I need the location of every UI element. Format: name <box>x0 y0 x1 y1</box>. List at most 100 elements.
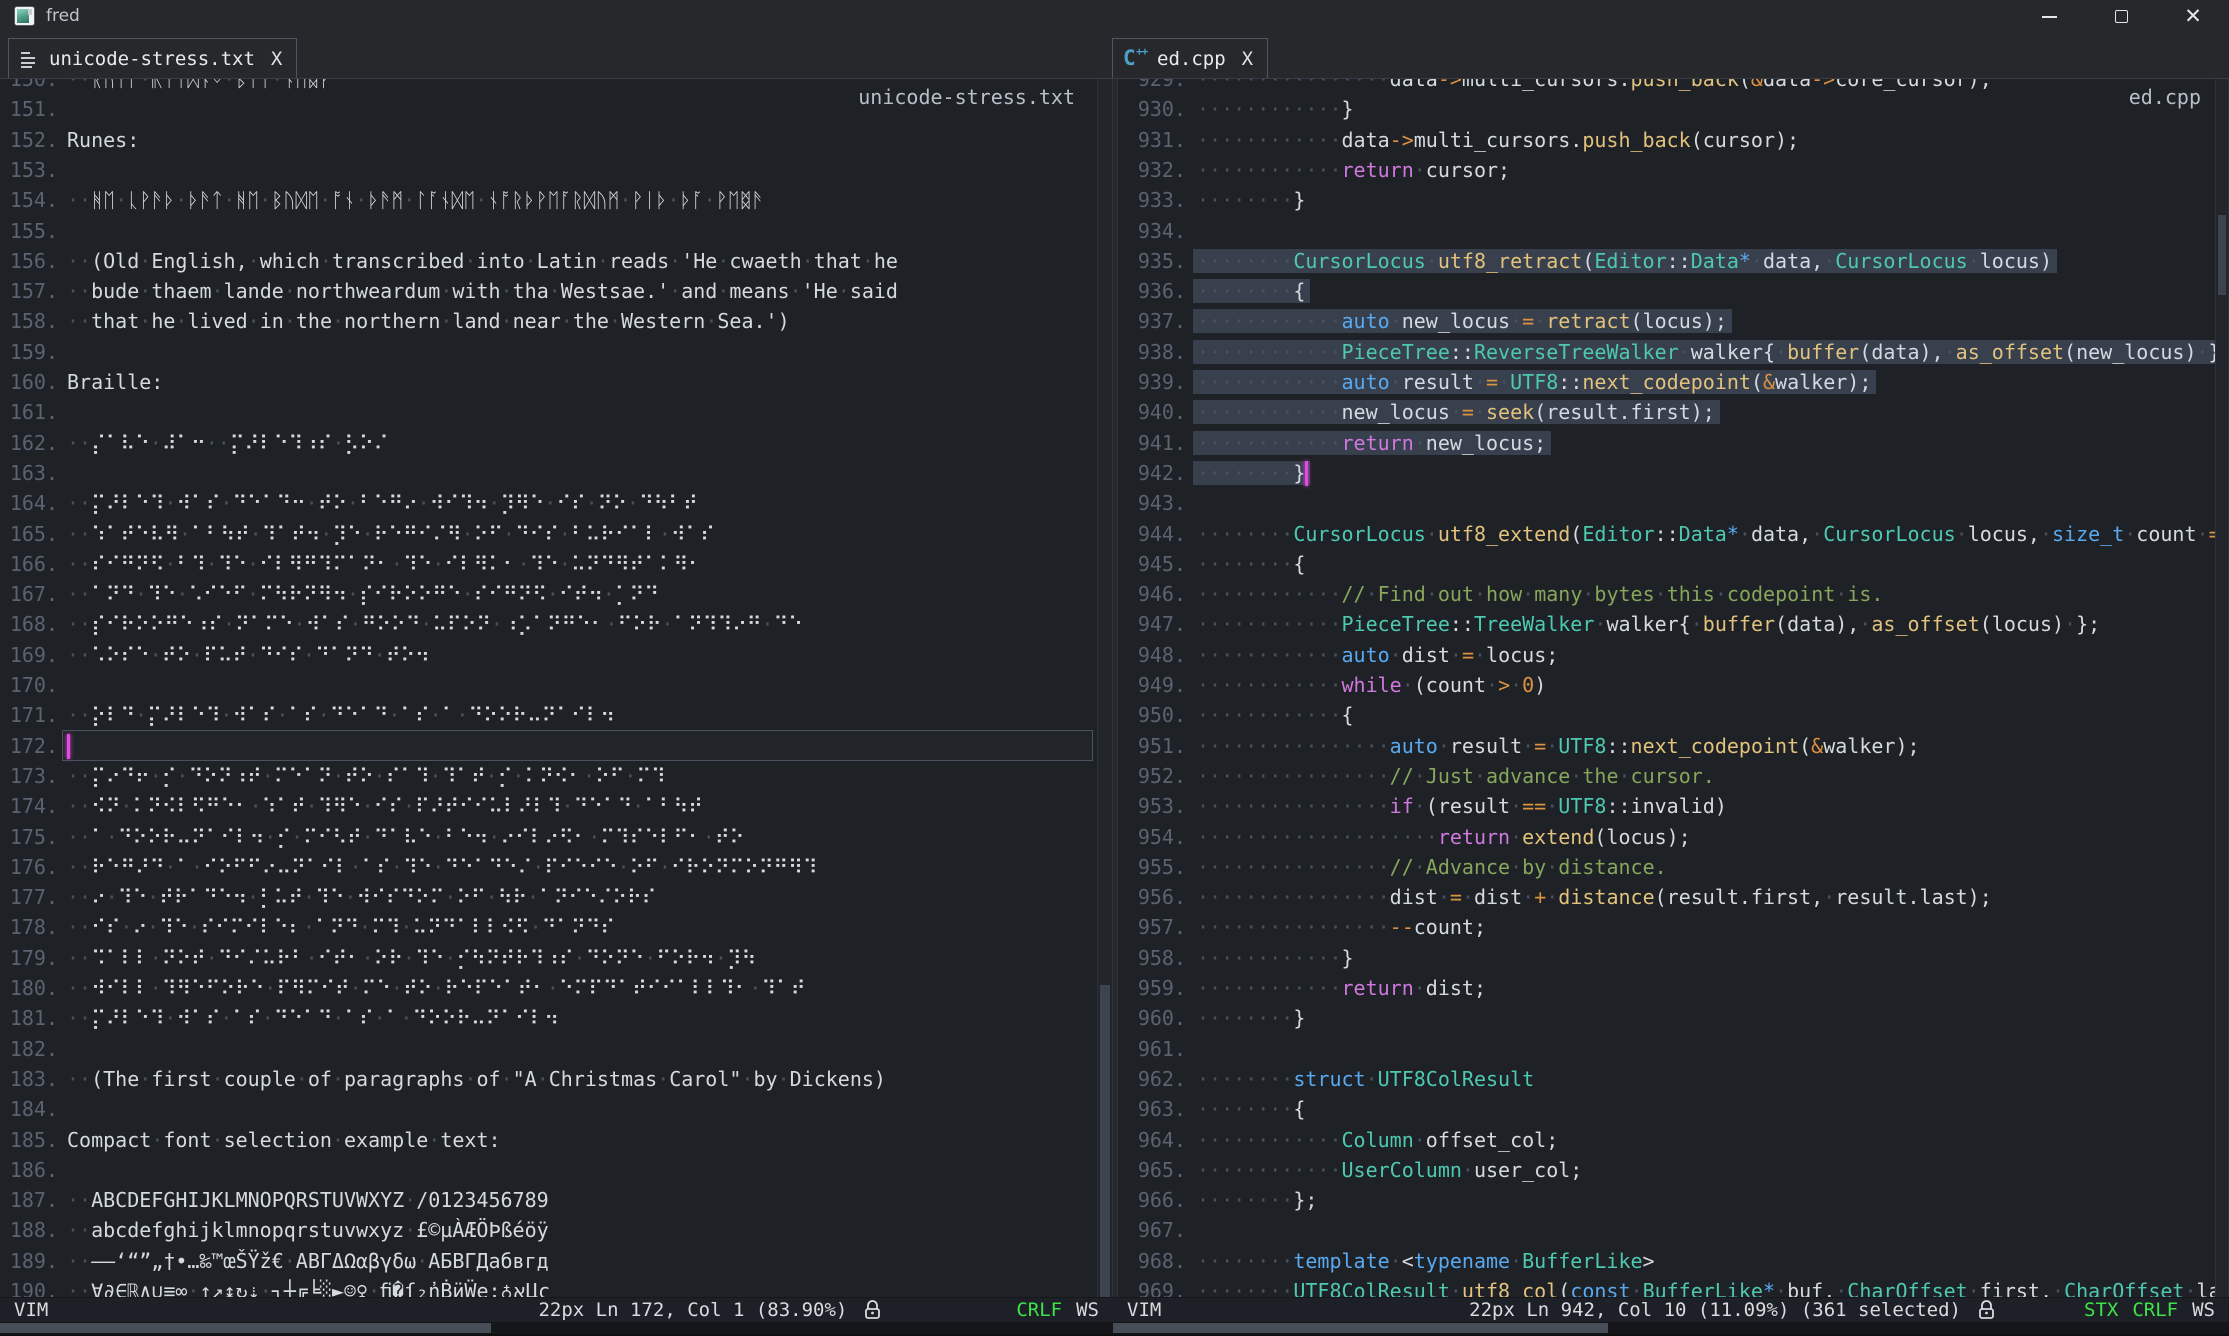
line-content: ··(Old·English,·which·transcribed·into·L… <box>67 246 898 276</box>
line-number: 953. <box>1118 791 1186 821</box>
tab-unicode-stress[interactable]: unicode-stress.txt X <box>8 38 297 79</box>
line-content: ············} <box>1197 94 1354 124</box>
line-number: 172. <box>0 731 58 761</box>
line-content: ··⠁·⠙⠕⠕⠗⠤⠝⠁⠊⠇⠲·⡊·⠍⠊⠣⠞·⠙⠁⠧⠑·⠃⠑⠲·⠔⠊⠇⠔⠫⠂·⠍⠹… <box>67 822 744 852</box>
line-number: 965. <box>1118 1155 1186 1185</box>
line-content: ··⠱⠁⠞⠑⠧⠻·⠁⠃⠳⠞·⠹⠁⠞⠲·⡹⠑·⠗⠑⠛⠊⠌⠻·⠕⠋·⠙⠊⠎·⠃⠥⠗⠊… <box>67 519 715 549</box>
horizontal-scrollbar-thumb-right[interactable] <box>1113 1323 1608 1333</box>
code-line: 953.················if·(result·==·UTF8::… <box>1118 791 2215 822</box>
line-content: ··⡕⠇⠙·⡍⠜⠇⠑⠹·⠺⠁⠎·⠁⠎·⠙⠑⠁⠙·⠁⠎·⠁·⠙⠕⠕⠗⠤⠝⠁⠊⠇⠲ <box>67 700 615 730</box>
app-icon <box>14 6 35 26</box>
code-line: 941.············return·new_locus; <box>1118 428 2215 459</box>
code-line: 949.············while·(count·>·0) <box>1118 670 2215 701</box>
code-line: 947. ············PieceTree::TreeWalker·wa… <box>1118 609 2215 640</box>
line-number: 165. <box>0 519 58 549</box>
code-line: 934. <box>1118 216 2215 247</box>
line-number: 945. <box>1118 549 1186 579</box>
line-content: ············PieceTree::TreeWalker·walker… <box>1197 609 2100 639</box>
editor-pane-left[interactable]: unicode-stress.txt 150.··ᚱᚢᛉᚩ·ᚣᛁᛏᛞᚾᛜ·ᛒᛁᛏ… <box>0 79 1097 1297</box>
tab-ed-cpp[interactable]: C++ ed.cpp X <box>1112 38 1268 79</box>
current-line-highlight <box>62 730 1093 761</box>
vertical-scrollbar-right[interactable] <box>2215 79 2229 1297</box>
text-line: 150.··ᚱᚢᛉᚩ·ᚣᛁᛏᛞᚾᛜ·ᛒᛁᛏ·ᚾᛖᛥᚹ <box>0 79 1097 95</box>
scrollbar-thumb[interactable] <box>2218 215 2226 295</box>
line-number: 156. <box>0 246 58 276</box>
line-content: ············return·dist; <box>1197 973 1486 1003</box>
line-content: Braille: <box>67 367 163 397</box>
code-line: 948.············auto·dist·=·locus; <box>1118 640 2215 671</box>
text-line: 187.··ABCDEFGHIJKLMNOPQRSTUVWXYZ·/012345… <box>0 1185 1097 1216</box>
code-line: 929.················data->multi_cursors.… <box>1118 79 2215 95</box>
line-content: ········} <box>1197 1003 1305 1033</box>
line-number: 187. <box>0 1185 58 1215</box>
line-number: 957. <box>1118 912 1186 942</box>
text-line: 173.··⡍⠔⠙⠖·⡊·⠙⠕⠝⠰⠞·⠍⠑⠁⠝·⠞⠕·⠎⠁⠹·⠹⠁⠞·⡊·⠅⠝⠪… <box>0 761 1097 792</box>
code-line: 968.········template·<typename·BufferLik… <box>1118 1246 2215 1277</box>
line-content: ················//·Just·advance·the·curs… <box>1197 761 1715 791</box>
text-line: 189.··–—‘“”„†•…‰™œŠŸž€·ΑΒΓΔΩαβγδω·АБВГДа… <box>0 1246 1097 1277</box>
line-number: 944. <box>1118 519 1186 549</box>
line-content: ············UserColumn·user_col; <box>1197 1155 1582 1185</box>
line-content: ····················return·extend(locus)… <box>1197 822 1691 852</box>
line-content: ··ᚻᛖ·ᚳᚹᚫᚦ·ᚦᚫᛏ·ᚻᛖ·ᛒᚢᛞᛖ·ᚩᚾ·ᚦᚫᛗ·ᛚᚪᚾᛞᛖ·ᚾᚩᚱᚦᚹ… <box>67 185 764 215</box>
code-line: 935.········CursorLocus·utf8_retract(Edi… <box>1118 246 2215 277</box>
close-button[interactable]: ✕ <box>2157 0 2229 33</box>
line-content: ················dist·=·dist·+·distance(r… <box>1197 882 1992 912</box>
tab-close-icon[interactable]: X <box>1242 48 1253 70</box>
line-content: ········}; <box>1197 1185 1317 1215</box>
format-flag-ws: WS <box>1076 1299 1099 1321</box>
line-number: 950. <box>1118 700 1186 730</box>
text-line: 179.··⠩⠁⠇⠇·⠝⠕⠞·⠙⠊⠌⠥⠗⠃·⠊⠞⠂·⠕⠗·⠹⠑·⡊⠳⠝⠞⠗⠹⠰⠎… <box>0 943 1097 974</box>
code-line: 931.············data->multi_cursors.push… <box>1118 125 2215 156</box>
line-content: ············new_locus·=·seek(result.firs… <box>1197 397 1720 427</box>
line-content: ··⠎⠊⠛⠝⠫·⠃⠹·⠹⠑·⠊⠇⠻⠛⠹⠍⠁⠝⠂·⠹⠑·⠊⠇⠻⠅⠂·⠹⠑·⠥⠝⠙⠻… <box>67 549 703 579</box>
line-number: 964. <box>1118 1125 1186 1155</box>
line-content: ··⡍⠜⠇⠑⠹·⠺⠁⠎·⠁⠎·⠙⠑⠁⠙·⠁⠎·⠁·⠙⠕⠕⠗⠤⠝⠁⠊⠇⠲ <box>67 1003 559 1033</box>
line-number: 958. <box>1118 943 1186 973</box>
selection-highlight: ············auto·new_locus·=·retract(loc… <box>1193 309 1732 333</box>
horizontal-scrollbar-thumb-left[interactable] <box>0 1323 491 1333</box>
vertical-scrollbar-left[interactable] <box>1097 79 1113 1297</box>
horizontal-scrollbar-track[interactable] <box>0 1322 2229 1334</box>
text-line: 174.··⠪⠝·⠅⠝⠪⠇⠫⠛⠑⠂·⠱⠁⠞·⠹⠻⠑·⠊⠎·⠏⠜⠞⠊⠊⠥⠇⠜⠇⠹·… <box>0 791 1097 822</box>
line-content: ············while·(count·>·0) <box>1197 670 1546 700</box>
line-content: ··⡎⠊⠗⠕⠕⠛⠑⠰⠎·⠝⠁⠍⠑·⠺⠁⠎·⠛⠕⠕⠙·⠥⠏⠕⠝·⠰⡡⠁⠝⠛⠑⠂·⠋… <box>67 609 803 639</box>
text-line: 175.··⠁·⠙⠕⠕⠗⠤⠝⠁⠊⠇⠲·⡊·⠍⠊⠣⠞·⠙⠁⠧⠑·⠃⠑⠲·⠔⠊⠇⠔⠫… <box>0 822 1097 853</box>
line-number: 183. <box>0 1064 58 1094</box>
code-line: 938.············PieceTree::ReverseTreeWa… <box>1118 337 2215 368</box>
text-line: 160.Braille: <box>0 367 1097 398</box>
code-line: 936.········{ <box>1118 276 2215 307</box>
code-line: 930.············} <box>1118 94 2215 125</box>
code-line: 952.················//·Just·advance·the·… <box>1118 761 2215 792</box>
line-content: ············} <box>1197 943 1354 973</box>
maximize-button[interactable] <box>2085 0 2157 33</box>
code-line: 964.············Column·offset_col; <box>1118 1125 2215 1156</box>
code-line: 967. <box>1118 1215 2215 1246</box>
code-line: 951.················auto·result·=·UTF8::… <box>1118 731 2215 762</box>
format-flag-ws: WS <box>2192 1299 2215 1321</box>
line-content: ··ᚱᚢᛉᚩ·ᚣᛁᛏᛞᚾᛜ·ᛒᛁᛏ·ᚾᛖᛥᚹ <box>67 79 331 94</box>
line-number: 181. <box>0 1003 58 1033</box>
line-number: 968. <box>1118 1246 1186 1276</box>
line-content: ················//·Advance·by·distance. <box>1197 852 1667 882</box>
line-number: 159. <box>0 337 58 367</box>
line-number: 940. <box>1118 397 1186 427</box>
editor-pane-right[interactable]: ed.cpp 929.················data->multi_c… <box>1117 79 2215 1297</box>
line-number: 164. <box>0 488 58 518</box>
text-line: 159. <box>0 337 1097 368</box>
line-number: 947. <box>1118 609 1186 639</box>
line-number: 188. <box>0 1215 58 1245</box>
code-line: 963.········{ <box>1118 1094 2215 1125</box>
line-number: 955. <box>1118 852 1186 882</box>
scrollbar-thumb[interactable] <box>1100 985 1110 1297</box>
text-line: 168.··⡎⠊⠗⠕⠕⠛⠑⠰⠎·⠝⠁⠍⠑·⠺⠁⠎·⠛⠕⠕⠙·⠥⠏⠕⠝·⠰⡡⠁⠝⠛… <box>0 609 1097 640</box>
code-line: 943. <box>1118 488 2215 519</box>
text-line: 161. <box>0 397 1097 428</box>
status-bar-right: VIM 22px Ln 942, Col 10 (11.09%) (361 se… <box>1113 1297 2229 1322</box>
tab-close-icon[interactable]: X <box>271 48 282 70</box>
line-number: 936. <box>1118 276 1186 306</box>
line-number: 180. <box>0 973 58 1003</box>
code-line: 954.····················return·extend(lo… <box>1118 822 2215 853</box>
minimize-button[interactable] <box>2013 0 2085 33</box>
text-line: 184. <box>0 1094 1097 1125</box>
